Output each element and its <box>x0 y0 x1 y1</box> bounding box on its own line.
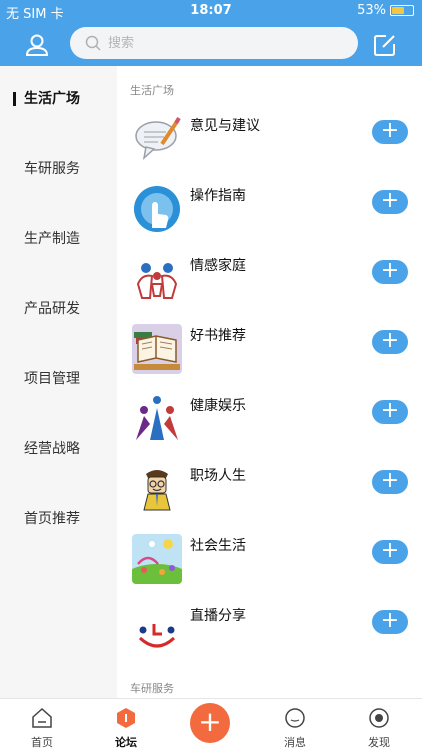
tab-home[interactable]: 首页 <box>0 699 84 750</box>
message-icon <box>284 707 306 729</box>
search-bar[interactable] <box>70 27 358 59</box>
add-button[interactable]: + <box>372 190 408 214</box>
sidebar-item-business-strategy[interactable]: 经营战略 <box>0 429 117 469</box>
plus-icon: + <box>380 258 400 283</box>
sidebar-item-project-management[interactable]: 项目管理 <box>0 359 117 399</box>
forum-label: 职场人生 <box>190 468 246 484</box>
list-item[interactable]: 情感家庭 + <box>130 254 420 314</box>
compose-button[interactable]: + <box>190 703 230 743</box>
user-icon[interactable] <box>22 30 52 60</box>
status-right: 53% <box>357 3 414 18</box>
tab-label: 首页 <box>31 736 53 749</box>
plus-icon: + <box>198 705 222 738</box>
add-button[interactable]: + <box>372 260 408 284</box>
status-bar: 无 SIM 卡 18:07 53% <box>0 0 422 22</box>
plus-icon: + <box>380 328 400 353</box>
bottom-tab-bar: 首页 论坛 + 消息 发现 <box>0 698 422 750</box>
list-item[interactable]: 健康娱乐 + <box>130 394 420 454</box>
people-ball-icon <box>132 394 182 444</box>
forum-label: 操作指南 <box>190 188 246 204</box>
header <box>0 22 422 66</box>
sidebar-item-car-service[interactable]: 车研服务 <box>0 149 117 189</box>
tab-messages[interactable]: 消息 <box>253 699 337 750</box>
sidebar-item-home-recommend[interactable]: 首页推荐 <box>0 499 117 539</box>
plus-icon: + <box>380 538 400 563</box>
tab-label: 论坛 <box>115 736 137 749</box>
book-icon <box>132 324 182 374</box>
forum-label: 健康娱乐 <box>190 398 246 414</box>
section-title: 生活广场 <box>130 84 174 97</box>
plus-icon: + <box>380 118 400 143</box>
plus-icon: + <box>380 608 400 633</box>
list-item[interactable]: 好书推荐 + <box>130 324 420 384</box>
tab-forum[interactable]: 论坛 <box>84 699 168 750</box>
add-button[interactable]: + <box>372 540 408 564</box>
add-button[interactable]: + <box>372 330 408 354</box>
forum-label: 好书推荐 <box>190 328 246 344</box>
list-item[interactable]: 职场人生 + <box>130 464 420 524</box>
forum-icon <box>115 707 137 729</box>
battery-percent: 53% <box>357 3 386 18</box>
forum-label: 直播分享 <box>190 608 246 624</box>
speech-bubble-pencil-icon <box>132 114 182 164</box>
battery-icon <box>390 5 414 16</box>
forum-label: 情感家庭 <box>190 258 246 274</box>
smiley-clock-icon <box>132 604 182 654</box>
forum-label: 意见与建议 <box>190 118 260 134</box>
list-item[interactable]: 操作指南 + <box>130 184 420 244</box>
tab-label: 消息 <box>284 736 306 749</box>
category-sidebar: 生活广场 车研服务 生产制造 产品研发 项目管理 经营战略 首页推荐 <box>0 66 117 698</box>
sidebar-item-manufacturing[interactable]: 生产制造 <box>0 219 117 259</box>
list-item[interactable]: 直播分享 + <box>130 604 420 664</box>
tab-label: 发现 <box>368 736 390 749</box>
list-item[interactable]: 意见与建议 + <box>130 114 420 174</box>
forum-list: 生活广场 意见与建议 + 操作指南 + 情感家庭 + 好书推荐 + 健康娱乐 +… <box>117 66 422 698</box>
search-icon <box>84 34 102 52</box>
home-icon <box>31 707 53 729</box>
office-worker-icon <box>132 464 182 514</box>
family-icon <box>132 254 182 304</box>
compass-icon <box>368 707 390 729</box>
add-button[interactable]: + <box>372 610 408 634</box>
plus-icon: + <box>380 468 400 493</box>
next-section-title: 车研服务 <box>130 682 174 695</box>
plus-icon: + <box>380 398 400 423</box>
sidebar-item-life-plaza[interactable]: 生活广场 <box>0 79 117 119</box>
sidebar-item-product-rd[interactable]: 产品研发 <box>0 289 117 329</box>
battery-fill <box>392 7 404 14</box>
add-button[interactable]: + <box>372 400 408 424</box>
add-button[interactable]: + <box>372 120 408 144</box>
add-button[interactable]: + <box>372 470 408 494</box>
edit-icon[interactable] <box>370 30 400 60</box>
pointing-hand-icon <box>132 184 182 234</box>
list-item[interactable]: 社会生活 + <box>130 534 420 594</box>
landscape-icon <box>132 534 182 584</box>
search-input[interactable] <box>108 33 338 53</box>
plus-icon: + <box>380 188 400 213</box>
tab-discover[interactable]: 发现 <box>337 699 421 750</box>
forum-label: 社会生活 <box>190 538 246 554</box>
